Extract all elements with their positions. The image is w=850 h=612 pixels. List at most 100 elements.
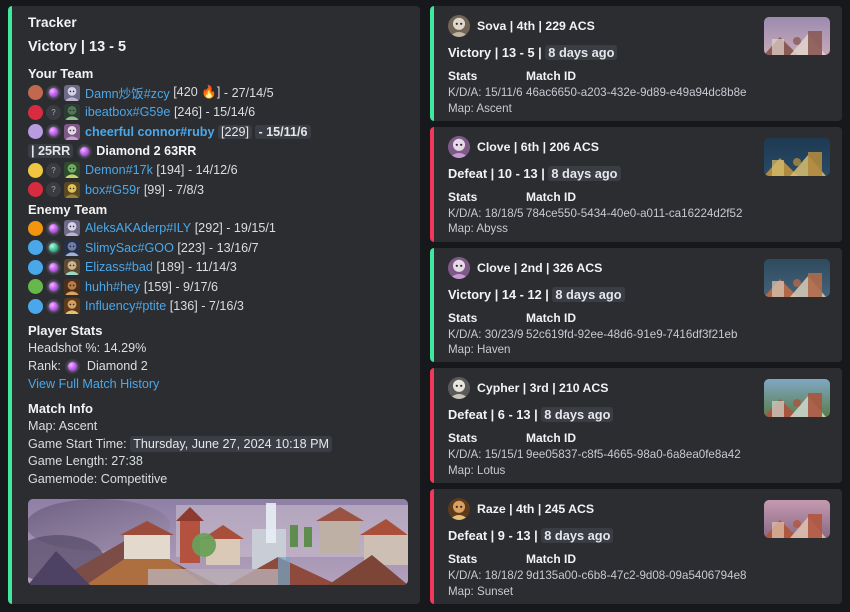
stats-column-header: Stats (448, 431, 478, 446)
diamond-rank-icon (64, 358, 80, 374)
card-match-id: 46ac6650-a203-432e-9d89-e49a94dc8b8e (526, 86, 747, 99)
jett-agent-icon (64, 84, 80, 101)
match-detail-embed: Tracker Victory | 13 - 5 Your Team Damn炒… (8, 6, 420, 604)
player-row: ? box#G59r [99] - 7/8/3 (28, 180, 410, 200)
match-history-card[interactable]: Cypher | 3rd | 210 ACS Defeat | 6 - 13 | … (430, 368, 842, 484)
player-name[interactable]: Demon#17k (85, 163, 153, 177)
match-history-card[interactable]: Clove | 2nd | 326 ACS Victory | 14 - 12 |… (430, 247, 842, 363)
player-name[interactable]: box#G59r (85, 183, 140, 197)
diamond-rank-icon (46, 124, 61, 140)
rank-label: Rank: (28, 358, 61, 373)
player-acs: [246] (173, 105, 202, 120)
card-result-text: Defeat | 10 - 13 | (448, 165, 549, 181)
player-name[interactable]: Elizass#bad (85, 260, 153, 274)
rank-rating-row: | 25RR Diamond 2 63RR (28, 142, 410, 161)
card-time-ago: 8 days ago (548, 165, 621, 181)
card-map: Map: Sunset (448, 584, 514, 598)
player-acs: [292] (194, 221, 223, 236)
player-acs: [223] (177, 240, 206, 255)
player-name[interactable]: ibeatbox#G59e (85, 105, 170, 119)
match-history-card[interactable]: Clove | 6th | 206 ACS Defeat | 10 - 13 | … (430, 126, 842, 242)
stats-column-header: Stats (448, 69, 478, 83)
jett-agent-icon (64, 220, 80, 237)
player-kda: - 15/11/6 (255, 124, 311, 139)
matchid-column: Match ID 784ce550-5434-40e0-a011-ca16224d… (526, 190, 832, 237)
player-row: Elizass#bad [189] - 11/14/3 (28, 258, 410, 278)
raze-agent-icon (448, 498, 470, 521)
match-start-time-row: Game Start Time: Thursday, June 27, 2024… (28, 435, 410, 454)
matchid-column: Match ID 52c619fd-92ee-48d6-91e9-7416df3f… (526, 311, 832, 358)
ascent-map-banner (28, 499, 408, 585)
sage-agent-icon (64, 259, 80, 276)
player-name[interactable]: SlimySac#GOO (85, 241, 174, 255)
diamond-rank-icon (46, 279, 61, 295)
player-kda: - 15/14/6 (205, 105, 256, 120)
stats-column: Stats K/D/A: 15/15/1 Map: Lotus (448, 431, 526, 478)
player-name[interactable]: AleksAKAderp#ILY (85, 221, 191, 235)
player-color-dot (28, 124, 43, 140)
card-kda: K/D/A: 15/15/1 (448, 448, 524, 462)
player-name[interactable]: Influency#ptite (85, 299, 166, 313)
card-map: Map: Ascent (448, 101, 512, 115)
your-team-heading: Your Team (28, 66, 94, 81)
player-row: cheerful connor#ruby [229] - 15/11/6 (28, 122, 410, 142)
card-kda: K/D/A: 18/18/2 (448, 569, 524, 583)
diamond-rank-icon (46, 298, 61, 314)
stats-column: Stats K/D/A: 30/23/9 Map: Haven (448, 311, 526, 358)
player-name[interactable]: huhh#hey (85, 280, 140, 294)
player-color-dot (28, 182, 43, 198)
enemy-team-roster: AleksAKAderp#ILY [292] - 19/15/1 SlimySac… (28, 219, 410, 317)
match-history-list: Sova | 4th | 229 ACS Victory | 13 - 5 | 8… (430, 6, 842, 604)
raze-agent-icon (64, 298, 80, 315)
sunset-map-thumb (764, 500, 830, 539)
agent-rank-acs-line: Clove | 6th | 206 ACS (477, 139, 599, 154)
rr-prefix: | 25RR (28, 144, 74, 158)
viper-agent-icon (64, 104, 80, 121)
player-color-dot (28, 240, 43, 256)
agent-rank-acs-line: Raze | 4th | 245 ACS (477, 502, 595, 517)
player-name[interactable]: cheerful connor#ruby (85, 125, 214, 139)
headshot-percent: Headshot %: 14.29% (28, 341, 147, 355)
card-time-ago: 8 days ago (541, 528, 614, 544)
card-accent-bar (430, 126, 434, 242)
player-kda: - 9/17/6 (175, 279, 219, 294)
unranked-icon: ? (46, 182, 61, 198)
matchid-column-header: Match ID (526, 552, 577, 567)
rank-row: Rank: Diamond 2 (28, 358, 410, 376)
gekko-agent-icon (64, 162, 80, 179)
player-acs: [194] (156, 163, 185, 178)
agent-rank-acs-line: Clove | 2nd | 326 ACS (477, 260, 603, 275)
player-color-dot (28, 162, 43, 178)
match-info-heading: Match Info (28, 401, 93, 416)
match-history-card[interactable]: Sova | 4th | 229 ACS Victory | 13 - 5 | 8… (430, 6, 842, 121)
player-row: Damn炒饭#zcy [420 🔥] - 27/14/5 (28, 83, 410, 103)
diamond-rank-icon (46, 85, 61, 101)
player-kda: - 7/8/3 (168, 182, 205, 197)
player-color-dot (28, 104, 43, 120)
lotus-map-thumb (764, 379, 830, 418)
killjoy-agent-icon (64, 181, 80, 198)
agent-rank-acs-line: Sova | 4th | 229 ACS (477, 19, 595, 33)
match-map: Map: Ascent (28, 419, 98, 433)
player-row: Influency#ptite [136] - 7/16/3 (28, 297, 410, 317)
diamond-rank-icon (77, 143, 93, 159)
card-columns: Stats K/D/A: 18/18/2 Map: Sunset Match ID 9d… (448, 552, 832, 599)
card-match-id: 9d135a00-c6b8-47c2-9d08-09a5406794e8 (526, 569, 747, 583)
view-full-match-history-link[interactable]: View Full Match History (28, 375, 410, 393)
haven-map-thumb (764, 258, 830, 297)
skye-agent-icon (64, 278, 80, 295)
player-kda: - 7/16/3 (201, 299, 244, 314)
match-history-card[interactable]: Raze | 4th | 245 ACS Defeat | 9 - 13 | 8 … (430, 489, 842, 604)
player-acs: [159] (143, 279, 172, 294)
player-acs: [229] (217, 124, 252, 139)
matchid-column-header: Match ID (526, 189, 577, 204)
clove-agent-icon (64, 123, 80, 140)
card-columns: Stats K/D/A: 30/23/9 Map: Haven Match ID 52c… (448, 311, 832, 358)
player-acs: [189] (156, 260, 185, 275)
player-name[interactable]: Damn炒饭#zcy (85, 83, 170, 102)
card-result-text: Victory | 14 - 12 | (448, 286, 553, 302)
matchid-column-header: Match ID (526, 69, 577, 83)
player-stats-heading: Player Stats (28, 323, 103, 338)
tracker-embed-screen: Tracker Victory | 13 - 5 Your Team Damn炒… (0, 0, 850, 612)
player-kda: - 11/14/3 (187, 260, 237, 275)
